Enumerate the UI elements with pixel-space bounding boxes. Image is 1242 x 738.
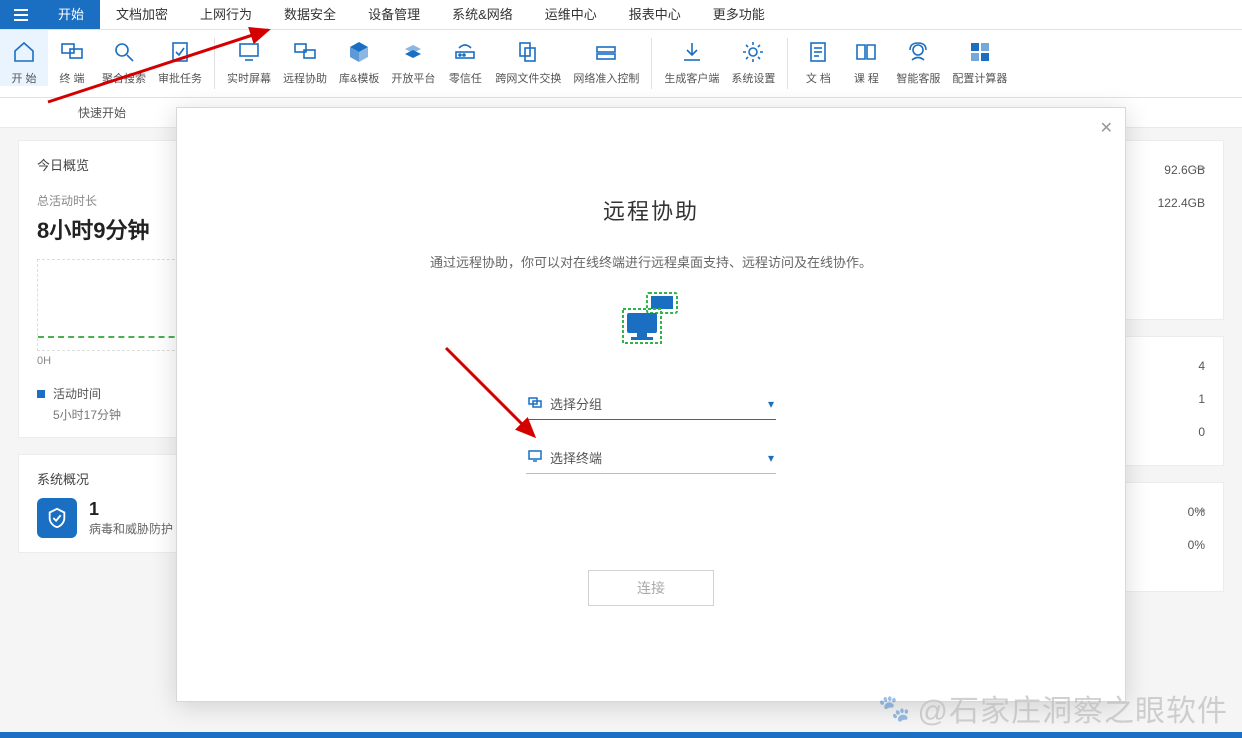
pct-b-val: 0% [1188,538,1205,555]
ribbon-book-button[interactable]: 课 程 [842,30,890,86]
ribbon-gear-button[interactable]: 系统设置 [725,30,781,86]
router-icon [451,38,479,66]
ribbon-label: 零信任 [449,70,482,86]
ribbon-label: 实时屏幕 [227,70,271,86]
connect-button[interactable]: 连接 [588,570,714,606]
terminal-icon [528,449,542,466]
ribbon-label: 开放平台 [391,70,435,86]
menu-item-8[interactable]: 更多功能 [697,0,781,29]
ribbon-netctl-button[interactable]: 网络准入控制 [567,30,645,86]
select-group-label: 选择分组 [550,394,760,413]
home-icon [10,38,38,66]
ribbon-clipboard-button[interactable]: 审批任务 [152,30,208,86]
quickstart-label[interactable]: 快速开始 [78,106,126,120]
chevron-down-icon: ▾ [768,451,774,465]
ribbon-label: 聚合搜索 [102,70,146,86]
calc-icon [966,38,994,66]
select-terminal-label: 选择终端 [550,448,760,467]
group-icon [528,395,542,412]
clipboard-icon [166,38,194,66]
app-menu-icon[interactable] [0,0,42,29]
ribbon-separator [214,38,215,89]
ribbon-download-button[interactable]: 生成客户端 [658,30,725,86]
ribbon-monitor-button[interactable]: 实时屏幕 [221,30,277,86]
book-icon [852,38,880,66]
ribbon-label: 智能客服 [896,70,940,86]
metrics-expand-icon[interactable]: → [1191,497,1209,518]
cube-icon [345,38,373,66]
remote-assist-modal: ✕ 远程协助 通过远程协助，你可以对在线终端进行远程桌面支持、远程访问及在线协作… [176,107,1126,702]
ribbon-label: 网络准入控制 [573,70,639,86]
ribbon-toolbar: 开 始 终 端 聚合搜索审批任务 实时屏幕远程协助库&模板开放平台零信任跨网文件交换网… [0,30,1242,98]
shield-icon [37,498,77,538]
menu-item-4[interactable]: 设备管理 [352,0,436,29]
ribbon-router-button[interactable]: 零信任 [441,30,489,86]
ribbon-files-button[interactable]: 跨网文件交换 [489,30,567,86]
menu-item-3[interactable]: 数据安全 [268,0,352,29]
ribbon-label: 文 档 [806,70,831,86]
legend-color-icon [37,390,45,398]
total-value: 122.4GB [1158,196,1205,210]
ribbon-home-button[interactable]: 开 始 [0,30,48,86]
legend-label: 活动时间 [53,385,101,402]
ribbon-remote-button[interactable]: 远程协助 [277,30,333,86]
ribbon-terminals-button[interactable]: 终 端 [48,30,96,86]
ribbon-label: 课 程 [854,70,879,86]
ribbon-label: 审批任务 [158,70,202,86]
modal-title: 远程协助 [603,194,699,226]
menu-item-6[interactable]: 运维中心 [529,0,613,29]
system-desc: 病毒和威胁防护 [89,520,173,537]
ribbon-label: 生成客户端 [664,70,719,86]
remote-icon [291,38,319,66]
search-icon [110,38,138,66]
line-val-1: 4 [1198,359,1205,376]
menu-item-2[interactable]: 上网行为 [184,0,268,29]
select-group-dropdown[interactable]: 选择分组 ▾ [526,388,776,420]
system-count: 1 [89,499,173,520]
ribbon-calc-button[interactable]: 配置计算器 [946,30,1013,86]
menu-item-0[interactable]: 开始 [42,0,100,29]
menubar: 开始文档加密上网行为数据安全设备管理系统&网络运维中心报表中心更多功能 [0,0,1242,30]
monitor-icon [235,38,263,66]
ribbon-label: 库&模板 [339,70,379,86]
menu-item-1[interactable]: 文档加密 [100,0,184,29]
chevron-down-icon: ▾ [768,397,774,411]
ribbon-separator [651,38,652,89]
remote-illustration-icon [621,291,681,348]
close-icon[interactable]: ✕ [1100,118,1113,138]
ribbon-label: 开 始 [11,70,36,86]
agent-icon [904,38,932,66]
ribbon-doc-button[interactable]: 文 档 [794,30,842,86]
ribbon-label: 跨网文件交换 [495,70,561,86]
line-val-2: 1 [1198,392,1205,409]
ribbon-label: 终 端 [59,70,84,86]
modal-desc: 通过远程协助，你可以对在线终端进行远程桌面支持、远程访问及在线协作。 [430,252,872,271]
storage-expand-icon[interactable]: → [1191,155,1209,176]
ribbon-cube-button[interactable]: 库&模板 [333,30,385,86]
ribbon-agent-button[interactable]: 智能客服 [890,30,946,86]
doc-icon [804,38,832,66]
netctl-icon [592,38,620,66]
files-icon [514,38,542,66]
ribbon-search-button[interactable]: 聚合搜索 [96,30,152,86]
gear-icon [739,38,767,66]
menu-item-5[interactable]: 系统&网络 [436,0,529,29]
ribbon-platform-button[interactable]: 开放平台 [385,30,441,86]
terminals-icon [58,38,86,66]
ribbon-separator [787,38,788,89]
use-val: 0 [1198,425,1205,442]
ribbon-label: 系统设置 [731,70,775,86]
menu-item-7[interactable]: 报表中心 [613,0,697,29]
footer-bar [0,732,1242,738]
ribbon-label: 远程协助 [283,70,327,86]
select-terminal-dropdown[interactable]: 选择终端 ▾ [526,442,776,474]
platform-icon [399,38,427,66]
download-icon [678,38,706,66]
ribbon-label: 配置计算器 [952,70,1007,86]
